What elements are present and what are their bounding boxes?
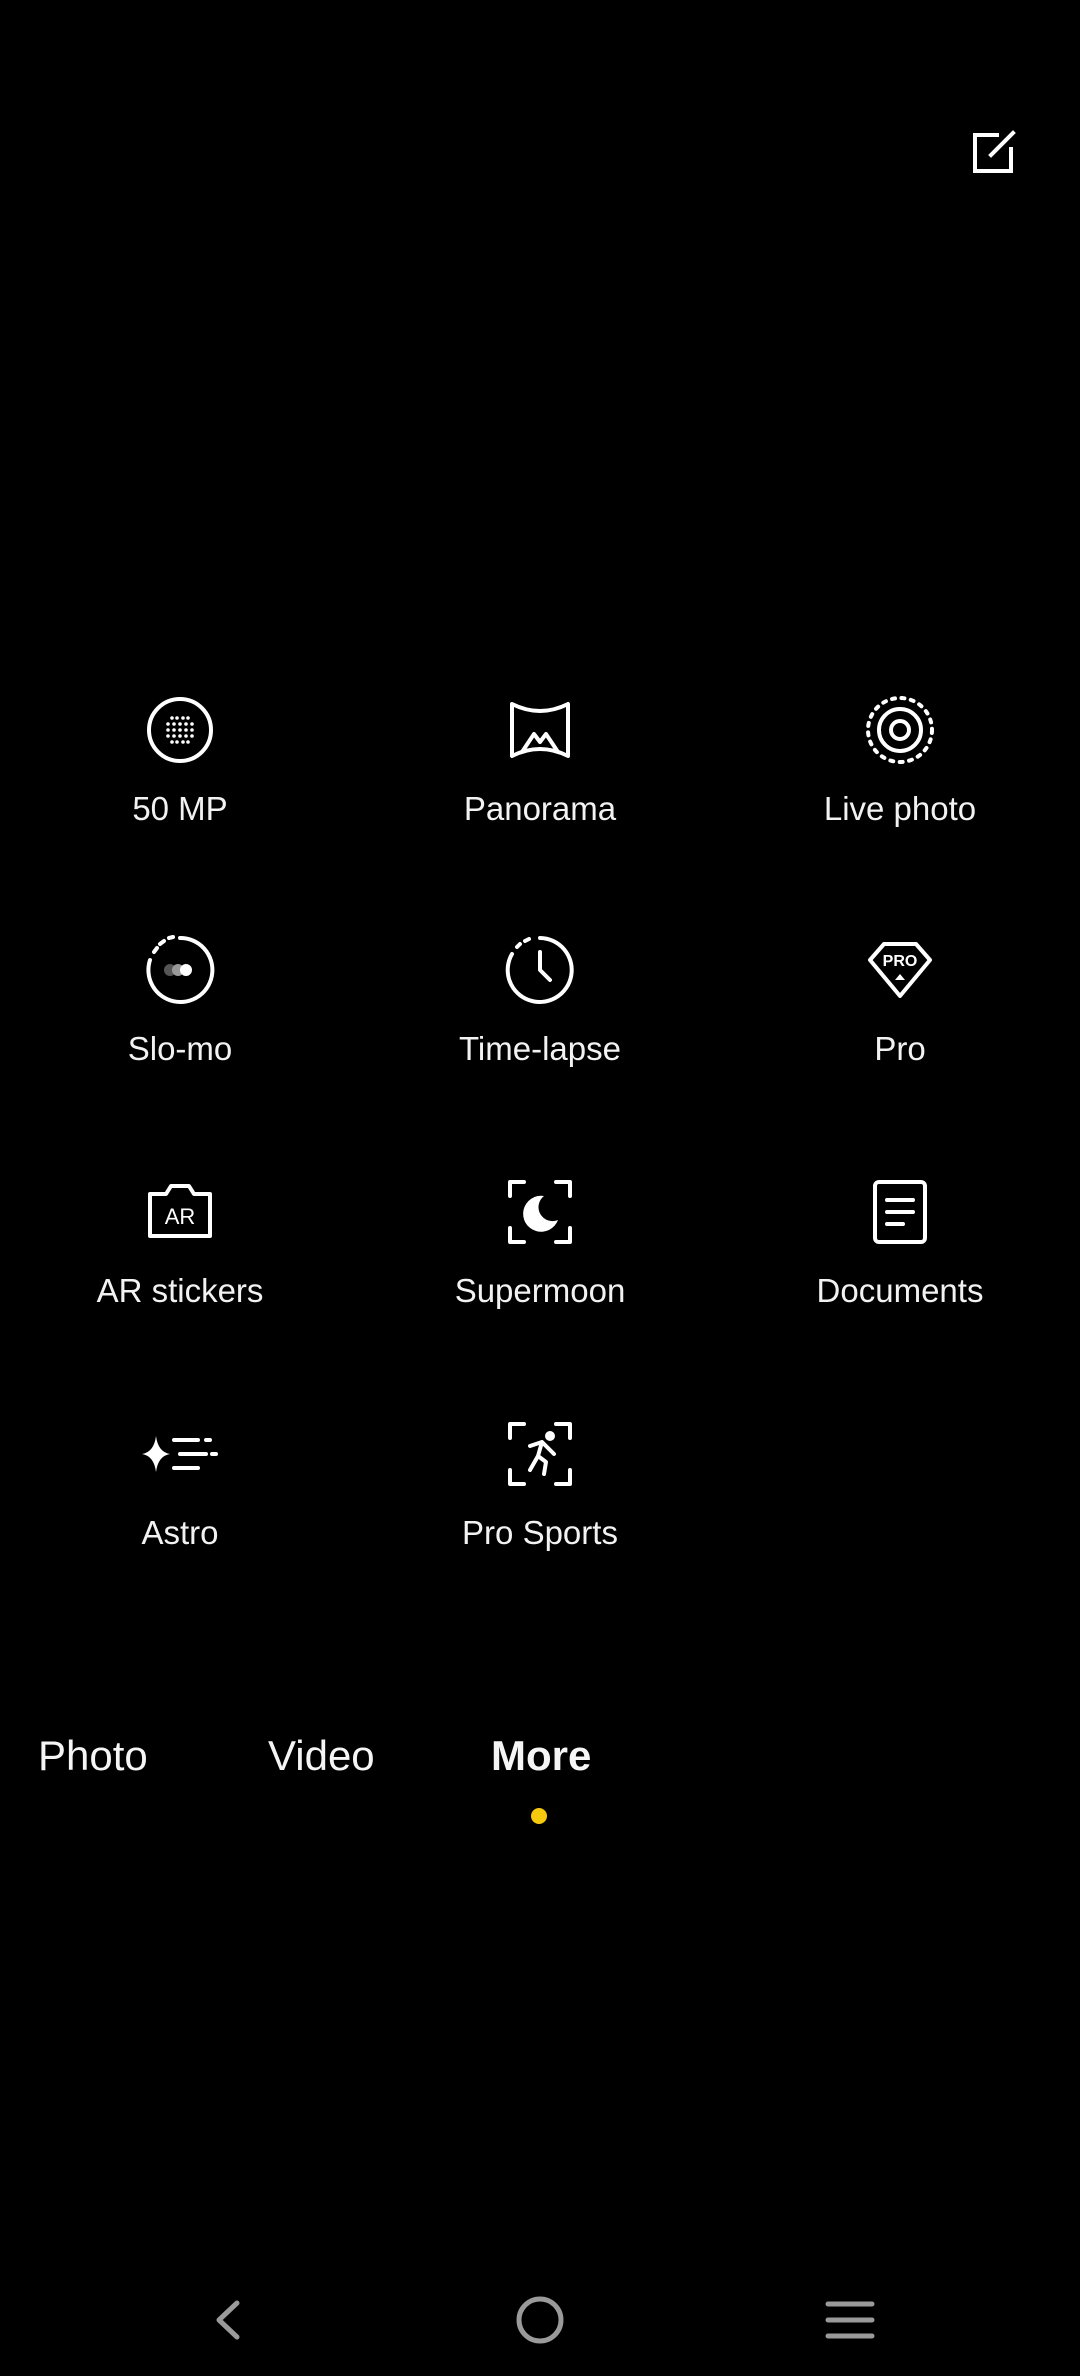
recents-menu-icon [825,2301,875,2339]
mode-label: Live photo [823,790,977,827]
documents-icon [873,1180,927,1244]
mode-label: Time-lapse [459,1030,621,1067]
live-photo-icon [866,696,934,764]
ar-badge-text: AR [165,1204,196,1229]
pro-sports-runner-icon [508,1422,572,1486]
slo-mo-icon [146,935,215,1004]
pro-badge-text: PRO [883,953,918,970]
50mp-dots-icon [147,697,213,763]
mode-label: Panorama [463,790,617,827]
mode-slo-mo[interactable]: Slo-mo [30,930,330,1130]
tab-photo[interactable]: Photo [38,1732,148,1780]
mode-panorama[interactable]: Panorama [390,690,690,890]
panorama-icon [510,702,570,758]
system-navbar [0,2270,1080,2370]
active-tab-indicator [531,1808,547,1824]
mode-astro[interactable]: Astro [30,1414,330,1614]
back-chevron-icon [216,2300,240,2340]
time-lapse-clock-icon [505,936,574,1004]
edit-button[interactable] [958,118,1028,188]
supermoon-icon [508,1180,572,1244]
recents-button[interactable] [800,2270,900,2370]
mode-pro-sports[interactable]: Pro Sports [390,1414,690,1614]
mode-time-lapse[interactable]: Time-lapse [390,930,690,1130]
mode-50mp[interactable]: 50 MP [30,690,330,890]
edit-square-icon [973,130,1016,173]
ar-stickers-camera-icon: AR [148,1184,212,1238]
tab-more[interactable]: More [491,1732,591,1780]
mode-documents[interactable]: Documents [750,1172,1050,1372]
home-button[interactable] [490,2270,590,2370]
mode-label: 50 MP [132,790,228,827]
mode-label: Astro [141,1514,219,1551]
tab-video[interactable]: Video [268,1732,375,1780]
mode-ar-stickers[interactable]: AR AR stickers [30,1172,330,1372]
mode-pro[interactable]: PRO Pro [750,930,1050,1130]
mode-supermoon[interactable]: Supermoon [390,1172,690,1372]
home-circle-icon [516,2296,564,2344]
mode-label: Supermoon [454,1272,626,1309]
mode-label: Pro Sports [462,1514,618,1551]
mode-label: Pro [874,1030,926,1067]
back-button[interactable] [178,2270,278,2370]
astro-sparkle-icon [142,1436,218,1472]
pro-badge-icon: PRO [868,942,932,998]
mode-live-photo[interactable]: Live photo [750,690,1050,890]
mode-label: Documents [816,1272,984,1309]
mode-label: Slo-mo [127,1030,233,1067]
mode-label: AR stickers [96,1272,264,1309]
